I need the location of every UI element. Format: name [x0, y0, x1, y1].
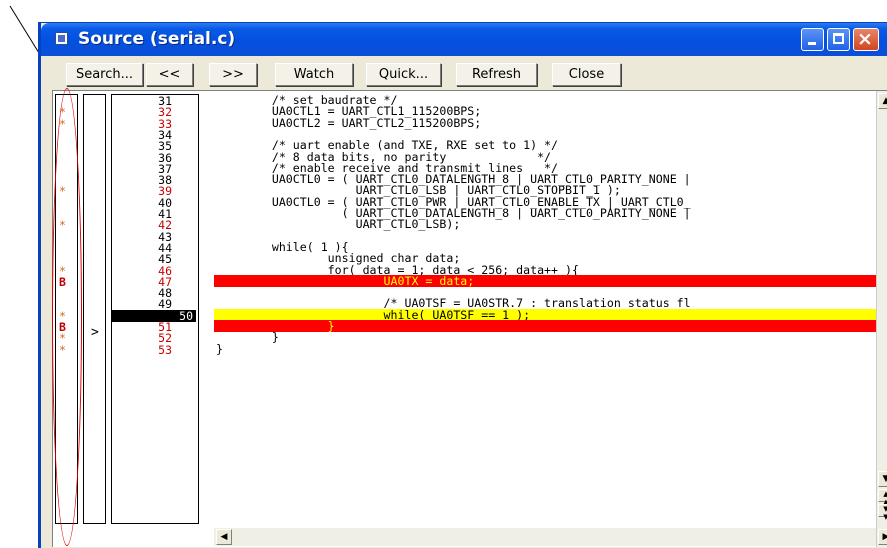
minimize-icon — [808, 42, 816, 45]
pc-arrow-icon: > — [91, 325, 99, 340]
page-up-button[interactable]: ▲ ▲ — [878, 489, 887, 506]
scroll-down-button[interactable]: ▼ — [878, 471, 887, 487]
forward-button[interactable]: >> — [209, 63, 257, 86]
vertical-scrollbar[interactable]: ▲ ▼ ▲ ▲ ▼ ▼ ▶ — [876, 91, 887, 547]
scroll-up-button[interactable]: ▲ — [878, 93, 887, 109]
toolbar: Search... << >> Watch Quick... Refresh C… — [41, 56, 887, 88]
code-text[interactable]: /* set baudrate */ UA0CTL1 = UART_CTL1_1… — [214, 94, 876, 524]
back-button[interactable]: << — [146, 63, 193, 86]
fold-column — [199, 94, 213, 524]
horizontal-scrollbar[interactable]: ◀ — [214, 528, 876, 546]
scroll-left-button[interactable]: ◀ — [216, 529, 232, 545]
search-button[interactable]: Search... — [66, 63, 143, 86]
quick-button[interactable]: Quick... — [366, 63, 441, 86]
watch-button[interactable]: Watch — [275, 63, 353, 86]
close-button[interactable]: Close — [552, 63, 621, 86]
source-window: Source (serial.c) × Search... << >> Watc… — [38, 22, 887, 548]
window-title: Source (serial.c) — [78, 29, 236, 49]
page-down-button[interactable]: ▼ ▼ — [878, 504, 887, 521]
maximize-button[interactable] — [827, 28, 850, 51]
code-line[interactable]: UART_CTL0_LSB); — [214, 218, 876, 230]
scroll-right-button[interactable]: ▶ — [878, 529, 887, 545]
code-line[interactable]: } — [214, 331, 876, 343]
title-bar[interactable]: Source (serial.c) × — [41, 23, 887, 56]
line-number-column: 31 32 33 34 35 36 37 38 39 40 41 42 43 44 45 46 47 48 49 50… — [111, 94, 199, 524]
pc-column[interactable]: > — [83, 94, 106, 524]
code-line-text: UART_CTL0_LSB); — [216, 217, 461, 231]
minimize-button[interactable] — [801, 28, 824, 51]
close-window-button[interactable]: × — [853, 28, 879, 51]
line-number: 53 — [158, 343, 172, 357]
refresh-button[interactable]: Refresh — [456, 63, 537, 86]
annotation-oval — [52, 88, 82, 546]
window-icon[interactable] — [55, 32, 68, 45]
code-line-text: } — [216, 342, 223, 356]
code-line[interactable]: } — [214, 343, 876, 355]
source-view[interactable]: * * * * * B * B * * > 31 32 33 34 35 36 37 38 39 40 41 42 43 4… — [52, 90, 887, 547]
code-line-text: } — [216, 330, 279, 344]
maximize-icon — [833, 33, 844, 44]
line-number: 49 — [158, 297, 172, 311]
close-icon: × — [857, 28, 873, 50]
